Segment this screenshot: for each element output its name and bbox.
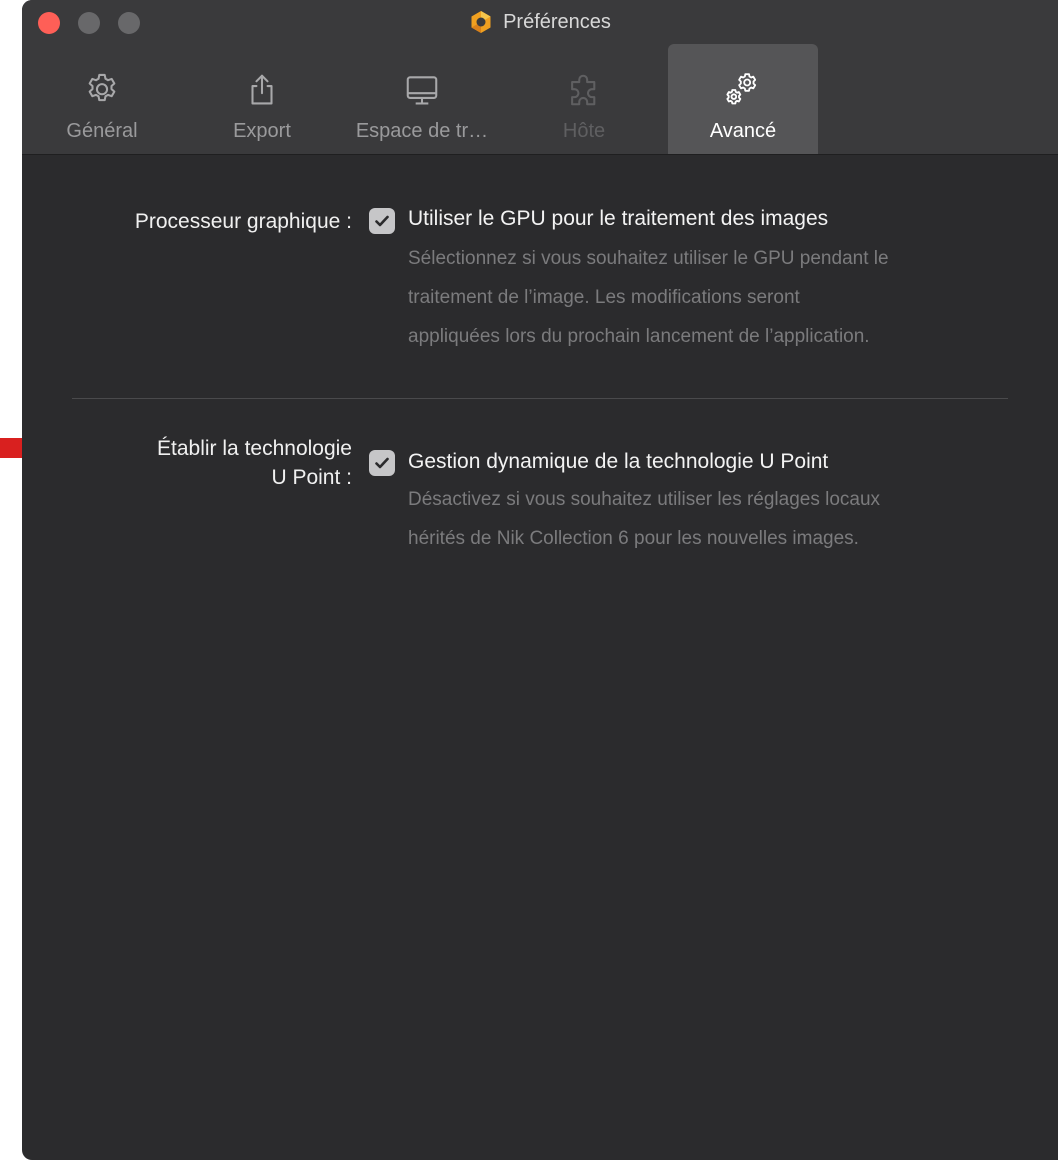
gpu-checkbox[interactable] [369,208,395,234]
section-divider [72,398,1008,399]
tab-advanced[interactable]: Avancé [668,44,818,154]
gear-icon [88,73,116,102]
tab-workspace[interactable]: Espace de tr… [344,44,500,154]
upoint-option-description: Désactivez si vous souhaitez utiliser le… [408,480,998,558]
upoint-label-line: U Point : [271,466,352,489]
tab-advanced-label: Avancé [709,120,777,142]
app-logo-icon [471,11,491,33]
upoint-setting-label: Établir la technologie U Point : [157,434,352,492]
upoint-label-line: Établir la technologie [157,437,352,460]
gpu-description-line: traitement de l’image. Les modifications… [408,287,800,308]
tab-host: Hôte [542,44,626,154]
tab-host-label: Hôte [562,120,606,142]
gpu-description-line: appliquées lors du prochain lancement de… [408,326,870,347]
gears-icon [726,73,757,105]
monitor-icon [406,76,438,105]
puzzle-icon [571,74,596,106]
upoint-description-line: Désactivez si vous souhaitez utiliser le… [408,489,881,510]
tab-workspace-label: Espace de tr… [355,120,489,142]
window-title: Préférences [503,10,611,33]
advanced-settings-panel: Processeur graphique : Utiliser le GPU p… [22,155,1058,1160]
window-title-area: Préférences [22,0,1058,44]
tab-export[interactable]: Export [212,44,312,154]
share-icon [251,74,273,105]
tab-general-label: Général [66,120,138,142]
title-bar: Préférences [22,0,1058,44]
tab-general[interactable]: Général [52,44,152,154]
tab-export-label: Export [233,120,291,142]
gpu-description-line: Sélectionnez si vous souhaitez utiliser … [408,248,889,269]
upoint-description-line: hérités de Nik Collection 6 pour les nou… [408,528,859,549]
upoint-option-title: Gestion dynamique de la technologie U Po… [408,450,829,473]
gpu-setting-label: Processeur graphique : [134,210,352,233]
gpu-option-description: Sélectionnez si vous souhaitez utiliser … [408,239,998,356]
gpu-option-title: Utiliser le GPU pour le traitement des i… [408,207,829,230]
preferences-window: Préférences Général Export Espace de tr…… [22,0,1058,1160]
checkmark-icon [375,215,389,227]
checkmark-icon [375,457,389,469]
upoint-checkbox[interactable] [369,450,395,476]
preferences-toolbar: Général Export Espace de tr… Hôte Avancé [22,44,1058,155]
